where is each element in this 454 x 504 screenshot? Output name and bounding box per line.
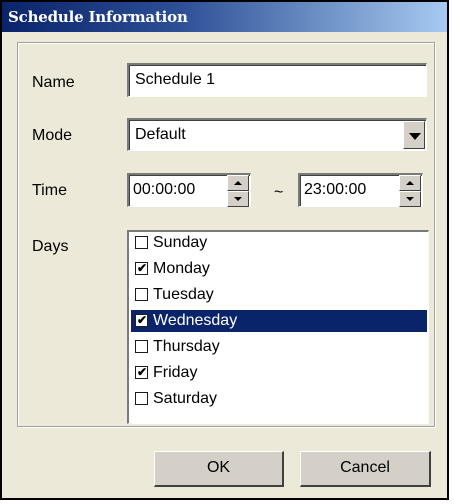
schedule-dialog: Schedule Information Name Schedule 1 Mod… [0, 0, 449, 500]
checkbox-monday[interactable]: ✔ [135, 262, 148, 275]
time-end-field[interactable]: 23:00:00 [298, 173, 423, 207]
day-item-thursday[interactable]: Thursday [131, 336, 427, 358]
dialog-body: Schedule Information Name Schedule 1 Mod… [2, 2, 447, 498]
mode-value: Default [135, 126, 186, 143]
checkbox-tuesday[interactable] [135, 288, 148, 301]
days-label: Days [32, 238, 69, 255]
checkmark-icon: ✔ [137, 313, 148, 327]
arrow-up-icon [234, 181, 242, 185]
day-label: Thursday [153, 338, 220, 355]
checkmark-icon: ✔ [137, 261, 148, 275]
arrow-down-icon [406, 197, 414, 201]
time-start-field[interactable]: 00:00:00 [127, 173, 251, 207]
day-item-saturday[interactable]: Saturday [131, 388, 427, 410]
mode-label: Mode [32, 127, 73, 144]
checkbox-wednesday[interactable]: ✔ [135, 314, 148, 327]
checkmark-icon: ✔ [137, 365, 148, 379]
title-bar[interactable]: Schedule Information [2, 2, 447, 32]
cancel-button[interactable]: Cancel [300, 451, 431, 487]
days-list[interactable]: Sunday ✔ Monday Tuesday ✔ Wednesday Thur… [127, 230, 429, 424]
time-end-spinner [399, 175, 421, 207]
day-label: Monday [153, 260, 210, 277]
time-start-down-button[interactable] [227, 191, 249, 207]
day-label: Friday [153, 364, 198, 381]
checkbox-sunday[interactable] [135, 236, 148, 249]
day-label: Sunday [153, 234, 208, 251]
day-label: Saturday [153, 390, 218, 407]
name-label: Name [32, 74, 75, 91]
day-label: Tuesday [153, 286, 214, 303]
time-start-up-button[interactable] [227, 175, 249, 191]
mode-select[interactable]: Default [127, 118, 427, 151]
checkbox-thursday[interactable] [135, 340, 148, 353]
time-end-up-button[interactable] [399, 175, 421, 191]
checkbox-saturday[interactable] [135, 392, 148, 405]
day-label: Wednesday [153, 312, 238, 329]
day-item-wednesday[interactable]: ✔ Wednesday [131, 310, 427, 332]
ok-button[interactable]: OK [154, 451, 284, 487]
time-end-down-button[interactable] [399, 191, 421, 207]
checkbox-friday[interactable]: ✔ [135, 366, 148, 379]
window-title: Schedule Information [8, 8, 188, 26]
time-end-value: 23:00:00 [304, 181, 367, 198]
arrow-down-icon [234, 197, 242, 201]
time-start-value: 00:00:00 [133, 181, 196, 198]
day-item-tuesday[interactable]: Tuesday [131, 284, 427, 306]
mode-dropdown-button[interactable] [403, 121, 425, 149]
time-start-spinner [227, 175, 249, 207]
name-field[interactable]: Schedule 1 [127, 63, 427, 97]
time-separator: ~ [274, 184, 284, 201]
chevron-down-icon [409, 133, 421, 140]
arrow-up-icon [406, 181, 414, 185]
time-label: Time [32, 182, 67, 199]
day-item-friday[interactable]: ✔ Friday [131, 362, 427, 384]
name-value: Schedule 1 [135, 71, 216, 88]
day-item-sunday[interactable]: Sunday [131, 232, 427, 254]
day-item-monday[interactable]: ✔ Monday [131, 258, 427, 280]
